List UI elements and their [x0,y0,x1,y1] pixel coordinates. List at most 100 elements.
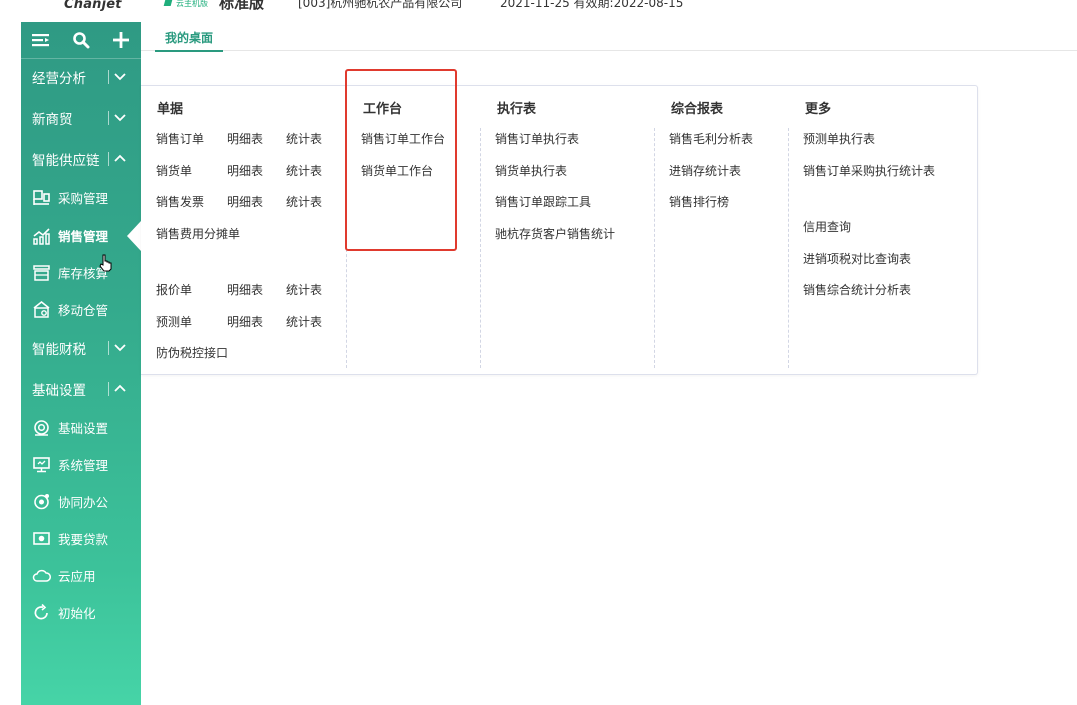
sidebar-item-yidong[interactable]: 移动仓管 [21,291,141,328]
sidebar-item-yun[interactable]: 云应用 [21,557,141,594]
sidebar-section-gongyinglian[interactable]: 智能供应链 [21,140,141,178]
sidebar-item-label: 基础设置 [58,421,109,436]
link-order-execution[interactable]: 销售订单执行表 [495,130,579,147]
link-forecast-detail[interactable]: 明细表 [227,313,263,330]
link-expense-allocation[interactable]: 销售费用分摊单 [156,225,240,242]
sidebar-item-chushihua[interactable]: 初始化 [21,594,141,631]
link-quotation[interactable]: 报价单 [156,281,192,298]
sidebar-item-label: 采购管理 [58,191,109,206]
link-sales-comprehensive-analysis[interactable]: 销售综合统计分析表 [803,281,911,298]
link-gross-profit-analysis[interactable]: 销售毛利分析表 [669,130,753,147]
link-sales-invoice-stats[interactable]: 统计表 [286,193,322,210]
gear-icon [34,420,49,436]
column-divider [480,128,481,368]
sidebar-section-label: 智能供应链 [32,153,100,169]
sidebar-item-daikuan[interactable]: 我要贷款 [21,520,141,557]
link-sales-invoice-detail[interactable]: 明细表 [227,193,263,210]
date-info: 2021-11-25 有效期:2022-08-15 [500,0,684,10]
link-credit-query[interactable]: 信用查询 [803,218,851,235]
hand-cursor-icon [99,254,112,272]
column-title-gengduo: 更多 [805,102,832,117]
sidebar-section-label: 基础设置 [32,383,86,399]
sidebar-item-kucun[interactable]: 库存核算 [21,254,141,291]
link-order-purchase-execution[interactable]: 销售订单采购执行统计表 [803,162,935,179]
cloud-icon [32,569,51,582]
divider [108,152,109,166]
chanjet-logo: Chanjet [64,0,122,12]
sidebar-section-caishui[interactable]: 智能财税 [21,329,141,367]
sidebar-item-label: 我要贷款 [58,532,109,547]
sidebar-section-label: 新商贸 [32,112,73,128]
highlight-box [345,69,457,251]
sidebar-section-jichu[interactable]: 基础设置 [21,370,141,408]
sidebar-item-xiaoshou[interactable]: 销售管理 [21,217,141,254]
divider [108,70,109,84]
edition-label: 标准版 [219,0,265,12]
link-delivery-execution[interactable]: 销货单执行表 [495,162,567,179]
collaboration-icon [34,494,49,510]
sidebar-section-jingying[interactable]: 经营分析 [21,58,141,96]
link-sales-ranking[interactable]: 销售排行榜 [669,193,729,210]
purchase-icon [33,190,50,205]
link-forecast-execution[interactable]: 预测单执行表 [803,130,875,147]
sales-menu-panel: 单据 销售订单 明细表 统计表 销货单 明细表 统计表 销售发票 明细表 统计表… [141,85,978,375]
chevron-down-icon [114,114,126,122]
chevron-up-icon [114,384,126,392]
sidebar-section-label: 经营分析 [32,71,86,87]
link-delivery-note-stats[interactable]: 统计表 [286,162,322,179]
link-sales-order[interactable]: 销售订单 [156,130,204,147]
link-delivery-note-detail[interactable]: 明细表 [227,162,263,179]
sidebar-section-xinshangmao[interactable]: 新商贸 [21,99,141,137]
sidebar-toolbar [21,22,141,59]
menu-icon[interactable] [21,22,61,58]
sidebar-item-xietong[interactable]: 协同办公 [21,483,141,520]
link-inventory-stats[interactable]: 进销存统计表 [669,162,741,179]
sidebar: 经营分析 新商贸 智能供应链 采购管理 销售管理 库存核算 移动仓管 智能财税 … [21,22,141,705]
tab-my-desktop[interactable]: 我的桌面 [155,29,224,52]
link-sales-invoice[interactable]: 销售发票 [156,193,204,210]
link-quotation-detail[interactable]: 明细表 [227,281,263,298]
link-forecast-stats[interactable]: 统计表 [286,313,322,330]
tab-bar: 我的桌面 [141,22,1077,52]
monitor-icon [33,457,50,473]
sidebar-item-xitong[interactable]: 系统管理 [21,446,141,483]
divider [108,341,109,355]
sidebar-item-label: 移动仓管 [58,303,109,318]
column-divider [788,128,789,368]
edition-small-label: 云主机版 [176,0,208,8]
sidebar-item-caigou[interactable]: 采购管理 [21,179,141,216]
column-title-zonghe: 综合报表 [671,102,724,117]
link-sales-order-stats[interactable]: 统计表 [286,130,322,147]
sidebar-item-jichushezhi[interactable]: 基础设置 [21,409,141,446]
chevron-down-icon [114,73,126,81]
sidebar-item-label: 初始化 [58,606,96,621]
column-title-zhixingbiao: 执行表 [497,102,537,117]
link-customer-sales-stats[interactable]: 驰杭存货客户销售统计 [495,225,615,242]
chevron-down-icon [114,344,126,352]
link-delivery-note[interactable]: 销货单 [156,162,192,179]
link-quotation-stats[interactable]: 统计表 [286,281,322,298]
divider [108,111,109,125]
column-title-danju: 单据 [157,102,184,117]
warehouse-icon [33,300,50,318]
link-tax-comparison[interactable]: 进销项税对比查询表 [803,250,911,267]
link-sales-order-detail[interactable]: 明细表 [227,130,263,147]
refresh-icon [34,603,48,620]
link-tax-control-interface[interactable]: 防伪税控接口 [156,344,228,361]
inventory-icon [33,265,50,281]
sidebar-section-label: 智能财税 [32,342,86,358]
sidebar-item-label: 云应用 [58,569,96,584]
sidebar-item-label: 系统管理 [58,458,109,473]
top-header: Chanjet 云主机版 标准版 [003]杭州驰杭农产品有限公司 2021-1… [0,0,1077,18]
sidebar-item-label: 协同办公 [58,495,109,510]
chevron-up-icon [114,154,126,162]
plus-icon[interactable] [101,22,141,58]
left-edge-strip [0,0,21,705]
link-forecast[interactable]: 预测单 [156,313,192,330]
link-order-tracking-tool[interactable]: 销售订单跟踪工具 [495,193,591,210]
edition-flag-icon [163,0,174,6]
search-icon[interactable] [61,22,101,58]
divider [108,382,109,396]
company-name[interactable]: [003]杭州驰杭农产品有限公司 [298,0,462,11]
column-divider [654,128,655,368]
